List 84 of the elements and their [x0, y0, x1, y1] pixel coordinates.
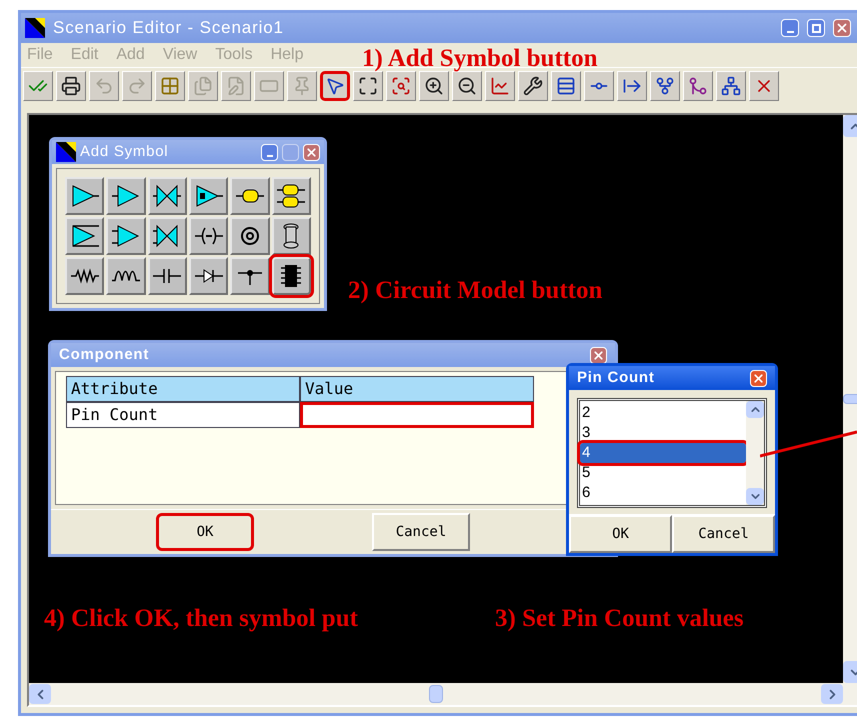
- fit-icon: [358, 76, 378, 96]
- graph-icon: [490, 76, 510, 96]
- symbol-button[interactable]: [106, 217, 146, 255]
- close-button[interactable]: [750, 370, 767, 386]
- undo-icon: [94, 76, 114, 96]
- annotation: 2) Circuit Model button: [348, 276, 602, 306]
- dialog-title: Pin Count: [577, 368, 656, 388]
- symbol-button[interactable]: [148, 177, 187, 215]
- annotation: 1) Add Symbol button: [362, 44, 598, 74]
- pointer-icon: [325, 76, 345, 96]
- split-icon: [655, 76, 675, 96]
- symbol-button[interactable]: [188, 177, 228, 215]
- fork-icon: [721, 76, 741, 96]
- scroll-left-button[interactable]: [29, 684, 51, 704]
- scroll-up-button[interactable]: [746, 401, 764, 418]
- symbol-button[interactable]: [230, 217, 270, 255]
- symbol-button[interactable]: [148, 217, 187, 255]
- minimize-button[interactable]: [781, 19, 799, 37]
- close-icon: [835, 21, 849, 35]
- list-item[interactable]: 2: [580, 403, 746, 423]
- dialog-button[interactable]: OK: [569, 515, 672, 553]
- triangle-icon: [110, 223, 141, 249]
- inductor-icon: [110, 270, 141, 282]
- triangle-icon: [194, 183, 224, 209]
- symbol-button[interactable]: [230, 177, 270, 215]
- annotation: 3) Set Pin Count values: [495, 604, 744, 634]
- symbol-button[interactable]: [272, 177, 311, 215]
- window-title: Scenario Editor - Scenario1: [53, 17, 285, 40]
- window-title: Add Symbol: [80, 142, 170, 162]
- symbol-button[interactable]: [106, 177, 146, 215]
- close-icon: [305, 146, 318, 158]
- triangle-icon: [70, 223, 100, 249]
- dual-connector-icon: [276, 183, 306, 209]
- symbol-button[interactable]: [230, 257, 270, 295]
- zoom-out-icon: [457, 76, 477, 96]
- list-item[interactable]: 5: [580, 463, 746, 483]
- documents-icon: [193, 76, 213, 96]
- join-icon: [688, 76, 708, 96]
- list-item[interactable]: 6: [580, 483, 746, 503]
- scroll-right-button[interactable]: [821, 684, 843, 704]
- triangle-icon: [110, 183, 141, 209]
- app-logo-icon: [56, 142, 76, 162]
- column-header: Value: [300, 376, 534, 402]
- redo-icon: [127, 76, 147, 96]
- symbol-button[interactable]: [65, 177, 104, 215]
- close-button[interactable]: [590, 346, 607, 364]
- app-logo-icon: [25, 18, 45, 38]
- symbol-button[interactable]: [148, 257, 187, 295]
- dialog-button[interactable]: Cancel: [372, 513, 470, 551]
- list-item[interactable]: 4: [580, 443, 746, 463]
- triangle-icon: [70, 183, 100, 209]
- symbol-button[interactable]: [272, 257, 311, 295]
- symbol-button[interactable]: [272, 217, 311, 255]
- symbol-button[interactable]: [188, 257, 228, 295]
- symbol-button[interactable]: [106, 257, 146, 295]
- toolbar-button[interactable]: [320, 70, 350, 100]
- column-header: Attribute: [66, 376, 300, 402]
- scroll-down-button[interactable]: [746, 488, 764, 505]
- scrollbar[interactable]: [746, 401, 764, 505]
- list-item[interactable]: 3: [580, 423, 746, 443]
- bus-icon: [556, 76, 576, 96]
- close-icon: [752, 372, 765, 384]
- zoom-in-icon: [424, 76, 444, 96]
- minimize-button[interactable]: [261, 144, 278, 160]
- zoom-area-icon: [391, 76, 411, 96]
- bowtie-icon: [152, 183, 182, 209]
- table-cell: Pin Count: [66, 402, 300, 428]
- close-button[interactable]: [303, 144, 320, 160]
- wrench-icon: [523, 76, 543, 96]
- value-field[interactable]: [300, 402, 534, 428]
- symbol-button[interactable]: [65, 257, 104, 295]
- pen-document-icon: [226, 76, 246, 96]
- symbol-button[interactable]: [188, 217, 228, 255]
- close-icon: [592, 348, 605, 362]
- close-button[interactable]: [833, 19, 851, 37]
- annotation: 4) Click OK, then symbol put: [44, 604, 358, 634]
- dialog-button[interactable]: OK: [156, 513, 254, 551]
- dialog-button[interactable]: Cancel: [672, 515, 775, 553]
- dialog-title: Component: [59, 344, 150, 365]
- horizontal-scrollbar[interactable]: [29, 683, 857, 705]
- symbol-button[interactable]: [65, 217, 104, 255]
- grid-icon: [160, 76, 180, 96]
- scroll-thumb[interactable]: [429, 685, 443, 703]
- printer-icon: [61, 76, 81, 96]
